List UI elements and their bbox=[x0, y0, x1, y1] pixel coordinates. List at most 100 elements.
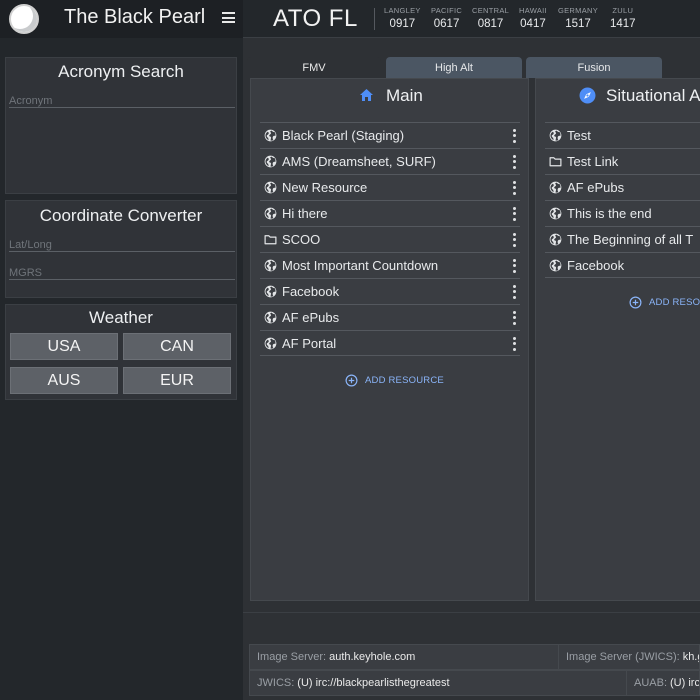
list-item-label: The Beginning of all T bbox=[567, 232, 694, 247]
folder-icon bbox=[264, 235, 277, 245]
globe-icon bbox=[264, 207, 277, 220]
image-server-key: Image Server: bbox=[257, 651, 327, 663]
home-icon bbox=[360, 89, 373, 101]
clock-label: ZULU bbox=[612, 6, 634, 15]
list-item[interactable]: Hi there bbox=[260, 200, 520, 226]
image-server-jwics-info: Image Server (JWICS):kh.g bbox=[558, 644, 700, 670]
globe-icon bbox=[264, 181, 277, 194]
globe-icon bbox=[264, 129, 277, 142]
clock-zulu: ZULU 1417 bbox=[610, 6, 636, 30]
situational-resource-list: Test Test Link AF ePubs This is the end … bbox=[545, 122, 700, 278]
list-item-label: AF ePubs bbox=[567, 180, 625, 195]
more-vert-icon[interactable] bbox=[511, 335, 517, 351]
globe-icon bbox=[264, 155, 277, 168]
clock-central: CENTRAL 0817 bbox=[472, 6, 509, 30]
globe-icon bbox=[549, 207, 562, 220]
list-item[interactable]: The Beginning of all T bbox=[545, 226, 700, 252]
list-item[interactable]: Facebook bbox=[545, 252, 700, 278]
clock-label: HAWAII bbox=[519, 6, 547, 15]
list-item[interactable]: This is the end bbox=[545, 200, 700, 226]
globe-icon bbox=[549, 129, 562, 142]
list-item-label: Test bbox=[567, 128, 591, 143]
auab-info: AUAB: (U) irc bbox=[626, 670, 700, 696]
more-vert-icon[interactable] bbox=[511, 231, 517, 247]
list-item[interactable]: Test bbox=[545, 122, 700, 148]
weather-panel: Weather USA CAN AUS EUR bbox=[5, 304, 237, 400]
list-item[interactable]: Most Important Countdown bbox=[260, 252, 520, 278]
app-logo bbox=[9, 4, 39, 34]
folder-icon bbox=[549, 157, 562, 167]
list-item-label: AF ePubs bbox=[282, 310, 340, 325]
image-server-jwics-key: Image Server (JWICS): bbox=[566, 651, 680, 663]
sidebar: The Black Pearl Acronym Search Coordinat… bbox=[0, 0, 243, 700]
clock-germany: GERMANY 1517 bbox=[558, 6, 598, 30]
info-footer: Image Server: auth.keyhole.com Image Serv… bbox=[243, 612, 700, 700]
list-item-label: Hi there bbox=[282, 206, 328, 221]
globe-icon bbox=[549, 181, 562, 194]
app-title: The Black Pearl bbox=[64, 6, 206, 28]
list-item[interactable]: AMS (Dreamsheet, SURF) bbox=[260, 148, 520, 174]
main-board-header: Main bbox=[359, 86, 529, 108]
globe-icon bbox=[264, 311, 277, 324]
clock-time: 0817 bbox=[477, 18, 504, 30]
image-server-value[interactable]: auth.keyhole.com bbox=[329, 651, 415, 663]
clock-label: CENTRAL bbox=[472, 6, 510, 15]
auab-value[interactable]: (U) irc bbox=[670, 677, 699, 689]
weather-aus-button[interactable]: AUS bbox=[10, 367, 118, 394]
acronym-input[interactable] bbox=[9, 86, 235, 107]
weather-can-button[interactable]: CAN bbox=[123, 333, 231, 360]
mgrs-input[interactable] bbox=[9, 258, 235, 279]
weather-usa-button[interactable]: USA bbox=[10, 333, 118, 360]
main-board: Main Black Pearl (Staging) AMS (Dreamshe… bbox=[250, 78, 529, 601]
list-item[interactable]: AF Portal bbox=[260, 330, 520, 356]
coordinate-converter-title: Coordinate Converter bbox=[39, 206, 203, 225]
tab-fmv[interactable]: FMV bbox=[247, 57, 381, 78]
list-item-label: New Resource bbox=[282, 180, 368, 195]
globe-icon bbox=[264, 337, 277, 350]
main-resource-list: Black Pearl (Staging) AMS (Dreamsheet, S… bbox=[260, 122, 520, 356]
list-item[interactable]: SCOO bbox=[260, 226, 520, 252]
coordinate-converter-panel: Coordinate Converter bbox=[5, 200, 237, 298]
situational-awareness-board: Situational A Test Test Link AF ePubs Th… bbox=[535, 78, 700, 601]
more-vert-icon[interactable] bbox=[511, 309, 517, 325]
add-resource-label: ADD RESOURCE bbox=[365, 375, 444, 386]
more-vert-icon[interactable] bbox=[511, 205, 517, 221]
list-item-label: This is the end bbox=[567, 206, 652, 221]
list-item[interactable]: AF ePubs bbox=[545, 174, 700, 200]
hamburger-menu-icon[interactable] bbox=[222, 12, 235, 23]
list-item[interactable]: Test Link bbox=[545, 148, 700, 174]
weather-eur-button[interactable]: EUR bbox=[123, 367, 231, 394]
list-item[interactable]: Facebook bbox=[260, 278, 520, 304]
list-item[interactable]: Black Pearl (Staging) bbox=[260, 122, 520, 148]
add-circle-icon bbox=[629, 296, 642, 309]
jwics-key: JWICS: bbox=[257, 677, 295, 689]
main-board-title: Main bbox=[386, 86, 423, 105]
list-item[interactable]: AF ePubs bbox=[260, 304, 520, 330]
more-vert-icon[interactable] bbox=[511, 257, 517, 273]
list-item[interactable]: New Resource bbox=[260, 174, 520, 200]
latlong-input[interactable] bbox=[9, 230, 235, 251]
list-item-label: AMS (Dreamsheet, SURF) bbox=[282, 154, 436, 169]
list-item-label: Most Important Countdown bbox=[282, 258, 439, 273]
tab-fusion[interactable]: Fusion bbox=[526, 57, 662, 78]
add-resource-label: ADD RESOU bbox=[649, 297, 700, 308]
compass-icon bbox=[579, 87, 596, 104]
list-item-label: Test Link bbox=[567, 154, 619, 169]
globe-icon bbox=[264, 285, 277, 298]
clock-langley: LANGLEY 0917 bbox=[384, 6, 421, 30]
clock-pacific: PACIFIC 0617 bbox=[431, 6, 462, 30]
add-resource-button[interactable]: ADD RESOU bbox=[629, 295, 700, 311]
jwics-value[interactable]: (U) irc://blackpearlisthegreatest bbox=[297, 677, 449, 689]
more-vert-icon[interactable] bbox=[511, 179, 517, 195]
more-vert-icon[interactable] bbox=[511, 153, 517, 169]
auab-key: AUAB: bbox=[634, 677, 668, 689]
more-vert-icon[interactable] bbox=[511, 283, 517, 299]
page-title: ATO FL bbox=[273, 5, 358, 32]
image-server-jwics-value[interactable]: kh.g bbox=[683, 651, 699, 663]
clock-time: 0417 bbox=[520, 18, 546, 30]
add-resource-button[interactable]: ADD RESOURCE bbox=[345, 373, 465, 389]
situational-board-title: Situational A bbox=[606, 86, 700, 105]
tab-high-alt[interactable]: High Alt bbox=[386, 57, 522, 78]
image-server-info: Image Server: auth.keyhole.com bbox=[249, 644, 559, 670]
more-vert-icon[interactable] bbox=[511, 127, 517, 143]
